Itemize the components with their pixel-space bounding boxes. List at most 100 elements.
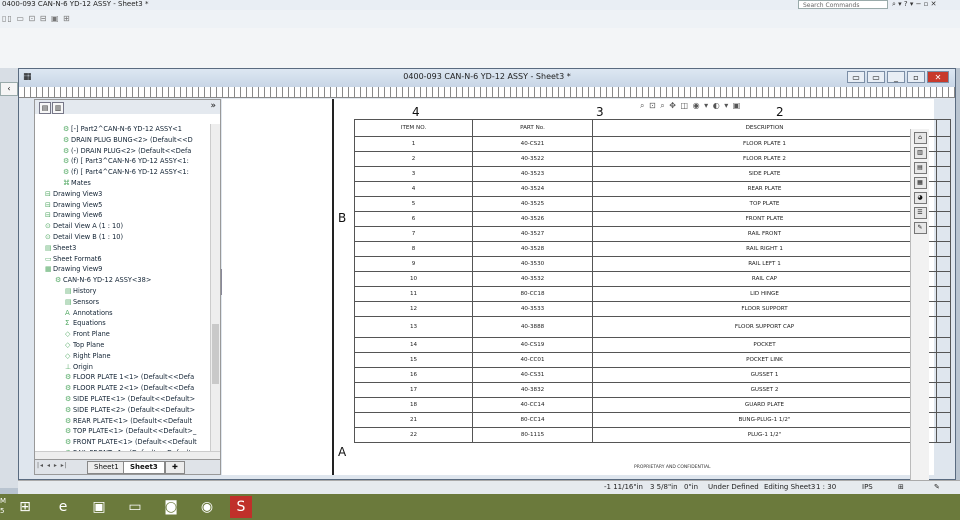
collapse-arrow-icon[interactable]: ‹ xyxy=(0,82,18,96)
tree-vertical-scrollbar[interactable] xyxy=(210,124,220,452)
tree-item[interactable]: Σ Equations xyxy=(35,318,211,329)
bom-header-description: DESCRIPTION xyxy=(592,119,937,137)
tile-window-button[interactable]: ▭ xyxy=(847,71,865,83)
tree-item[interactable]: ⚙ SIDE PLATE<2> (Default<<Default> xyxy=(35,405,211,416)
tree-item[interactable]: ⚙ DRAIN PLUG BUNG<2> (Default<<D xyxy=(35,135,211,146)
tree-item[interactable]: ⚙ CAN-N-6 YD-12 ASSY<38> xyxy=(35,275,211,286)
tree-item[interactable]: ⌘Mates xyxy=(35,178,211,189)
tree-item[interactable]: ◇ Top Plane xyxy=(35,340,211,351)
search-commands-input[interactable]: Search Commands xyxy=(798,0,888,9)
bom-part-no: 40-3524 xyxy=(472,181,593,197)
table-row: 2 40-3522 FLOOR PLATE 2 xyxy=(354,151,951,167)
tree-item[interactable]: ⚙ FLOOR PLATE 1<1> (Default<<Defa xyxy=(35,372,211,383)
bom-spare-cell xyxy=(936,226,951,242)
expand-panel-icon[interactable]: » xyxy=(210,101,216,111)
bom-description: RAIL LEFT 1 xyxy=(592,256,937,272)
file-explorer-taskbar-icon[interactable]: ▭ xyxy=(124,496,146,518)
scrollbar-thumb[interactable] xyxy=(212,324,219,384)
tree-item[interactable]: ⊟ Drawing View3 xyxy=(35,189,211,200)
tree-item[interactable]: ▤Sensors xyxy=(35,297,211,308)
feature-manager-tab-icon[interactable]: ▤ xyxy=(39,102,51,114)
toolbar-icons[interactable]: ▯▯ ▭ ⊡ ⊟ ▣ ⊞ xyxy=(2,14,71,23)
property-manager-tab-icon[interactable]: ▥ xyxy=(52,102,64,114)
tree-item[interactable]: ◇ Front Plane xyxy=(35,329,211,340)
internet-explorer-icon[interactable]: e xyxy=(52,496,74,518)
forum-icon[interactable]: ✎ xyxy=(913,222,927,234)
tree-tabs: ▤ ▥ » xyxy=(35,100,220,114)
close-button[interactable]: ✕ xyxy=(927,71,949,83)
design-library-icon[interactable]: ▥ xyxy=(913,147,927,159)
bom-description: RAIL FRONT xyxy=(592,226,937,242)
table-row: 17 40-3832 GUSSET 2 xyxy=(354,382,951,398)
restore-button[interactable]: ▫ xyxy=(907,71,925,83)
bom-item-no: 7 xyxy=(354,226,473,242)
tree-node-icon: ▤ xyxy=(45,243,52,252)
tree-item[interactable]: ⊟ Drawing View5 xyxy=(35,200,211,211)
tree-item[interactable]: ⚙ TOP PLATE<1> (Default<<Default>_ xyxy=(35,426,211,437)
table-row: 9 40-3530 RAIL LEFT 1 xyxy=(354,256,951,272)
table-row: 12 40-3533 FLOOR SUPPORT xyxy=(354,301,951,317)
view-palette-icon[interactable]: ▦ xyxy=(913,177,927,189)
task-pane-strip: ‹ xyxy=(0,68,18,488)
resources-icon[interactable]: ⌂ xyxy=(913,132,927,144)
table-row: 13 40-3888 FLOOR SUPPORT CAP xyxy=(354,316,951,338)
file-explorer-icon[interactable]: ▤ xyxy=(913,162,927,174)
bom-description: FLOOR SUPPORT xyxy=(592,301,937,317)
status-units[interactable]: IPS xyxy=(862,483,873,491)
bom-description: POCKET xyxy=(592,337,937,353)
drawing-canvas[interactable]: 4 3 2 B A ⌕ ⊡ ⌕ ✥ ◫ ◉ ▾ ◐ ▾ ▣ ITEM NO. P… xyxy=(222,99,951,505)
quick-tips-icon[interactable]: ⊞ xyxy=(898,483,904,491)
chrome-icon[interactable]: ◉ xyxy=(196,496,218,518)
windows-taskbar: M5 ⊞ e ▣ ▭ ◙ ◉ S xyxy=(0,494,960,520)
solidworks-icon[interactable]: S xyxy=(230,496,252,518)
tree-item[interactable]: ⚙ FLOOR PLATE 2<1> (Default<<Defa xyxy=(35,383,211,394)
tab-sheet1[interactable]: Sheet1 xyxy=(87,461,126,474)
bom-part-no: 40-3888 xyxy=(472,316,593,338)
tree-item[interactable]: ⚙ (-) DRAIN PLUG<2> (Default<<Defa xyxy=(35,146,211,157)
sheet-navigation-arrows[interactable]: |◂ ◂ ▸ ▸| xyxy=(37,462,68,469)
bom-description: GUSSET 2 xyxy=(592,382,937,398)
custom-properties-icon[interactable]: ☰ xyxy=(913,207,927,219)
tree-item[interactable]: ◇ Right Plane xyxy=(35,351,211,362)
tree-item[interactable]: ▦Drawing View9 xyxy=(35,264,211,275)
task-pane-icons: ⌂ ▥ ▤ ▦ ◕ ☰ ✎ xyxy=(910,129,929,505)
bom-header-spare xyxy=(936,119,951,137)
tree-item[interactable]: ⚙ (f) [ Part3^CAN-N-6 YD-12 ASSY<1: xyxy=(35,156,211,167)
bom-part-no: 40-CS31 xyxy=(472,367,593,383)
outlook-icon[interactable]: ◙ xyxy=(160,496,182,518)
bom-item-no: 16 xyxy=(354,367,473,383)
tree-item[interactable]: ⊥ Origin xyxy=(35,362,211,373)
tree-item[interactable]: ⚙ SIDE PLATE<1> (Default<<Default> xyxy=(35,394,211,405)
tree-item[interactable]: ⚙ [-] Part2^CAN-N-6 YD-12 ASSY<1 xyxy=(35,124,211,135)
heads-up-view-toolbar[interactable]: ⌕ ⊡ ⌕ ✥ ◫ ◉ ▾ ◐ ▾ ▣ xyxy=(640,101,741,111)
bom-item-no: 9 xyxy=(354,256,473,272)
sheet-tab-bar: |◂ ◂ ▸ ▸| Sheet1 Sheet3 ✚ xyxy=(35,459,220,474)
windows-start-icon[interactable]: ⊞ xyxy=(14,496,36,518)
add-sheet-icon[interactable]: ✚ xyxy=(165,461,185,474)
tree-item[interactable]: ▤History xyxy=(35,286,211,297)
table-row: 5 40-3525 TOP PLATE xyxy=(354,196,951,212)
taskbar-clock: M5 xyxy=(0,497,7,515)
tree-item[interactable]: ⊟ Drawing View6 xyxy=(35,210,211,221)
store-icon[interactable]: ▣ xyxy=(88,496,110,518)
tree-item[interactable]: A Annotations xyxy=(35,308,211,319)
tree-item[interactable]: ⚙ (f) [ Part4^CAN-N-6 YD-12 ASSY<1: xyxy=(35,167,211,178)
tree-item[interactable]: ⊙ Detail View A (1 : 10) xyxy=(35,221,211,232)
minimize-button[interactable]: _ xyxy=(887,71,905,83)
table-row: 1 40-CS21 FLOOR PLATE 1 xyxy=(354,136,951,152)
application-window-controls[interactable]: ⌕ ▾ ? ▾ − ▫ ✕ xyxy=(892,0,937,9)
appearances-icon[interactable]: ◕ xyxy=(913,192,927,204)
cascade-window-button[interactable]: ▭ xyxy=(867,71,885,83)
tree-item[interactable]: ⚙ REAR PLATE<1> (Default<<Default xyxy=(35,416,211,427)
tab-sheet3[interactable]: Sheet3 xyxy=(123,461,165,474)
tree-item[interactable]: ▤Sheet3 xyxy=(35,243,211,254)
status-z-coordinate: 0"in xyxy=(684,483,699,491)
table-row: 22 80-1115 PLUG-1 1/2" xyxy=(354,427,951,443)
pencil-icon[interactable]: ✎ xyxy=(934,483,940,491)
bill-of-materials-table[interactable]: ITEM NO. PART No. DESCRIPTION 1 40-CS21 FL… xyxy=(354,119,951,443)
bom-item-no: 15 xyxy=(354,352,473,368)
tree-item[interactable]: ▭Sheet Format6 xyxy=(35,254,211,265)
tree-item-label: Drawing View3 xyxy=(53,189,103,198)
tree-item[interactable]: ⚙ FRONT PLATE<1> (Default<<Default xyxy=(35,437,211,448)
tree-item[interactable]: ⊙ Detail View B (1 : 10) xyxy=(35,232,211,243)
